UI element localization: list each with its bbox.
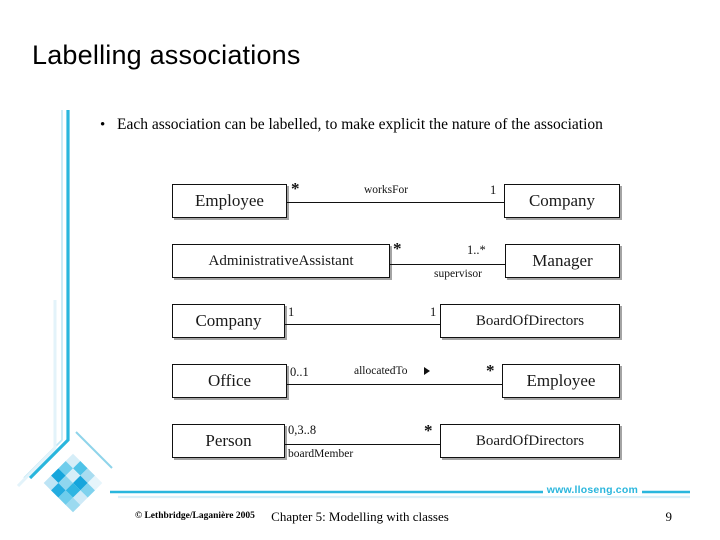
multiplicity-right: * <box>424 421 433 440</box>
class-box-left: Company <box>172 304 285 338</box>
association-line <box>285 324 440 325</box>
uml-row: AdministrativeAssistant * 1..* superviso… <box>168 238 628 290</box>
association-role: boardMember <box>288 448 354 460</box>
bullet-list: • Each association can be labelled, to m… <box>100 114 670 136</box>
class-box-right: BoardOfDirectors <box>440 424 620 458</box>
multiplicity-left: 1 <box>288 305 295 319</box>
deco-line-primary <box>28 110 70 480</box>
multiplicity-right: 1 <box>430 305 437 319</box>
slide-canvas: Labelling associations • Each associatio… <box>0 0 720 540</box>
uml-row: Person 0,3..8 boardMember * BoardOfDirec… <box>168 418 628 470</box>
multiplicity-left: * <box>291 179 300 198</box>
deco-line-secondary <box>23 110 63 479</box>
footer-chapter-title: Chapter 5: Modelling with classes <box>271 509 449 524</box>
footer-website-url[interactable]: www.lloseng.com <box>542 484 642 496</box>
uml-row: Company 1 1 BoardOfDirectors <box>168 298 628 350</box>
association-label: allocatedTo <box>354 365 408 377</box>
multiplicity-right: 1 <box>490 183 497 197</box>
multiplicity-right: 1..* <box>467 243 486 257</box>
bullet-marker-icon: • <box>100 117 106 133</box>
class-box-right: Manager <box>505 244 620 278</box>
multiplicity-right: * <box>486 361 495 380</box>
class-box-left: Office <box>172 364 287 398</box>
uml-association-diagram: Employee * worksFor 1 Company Administra… <box>168 178 628 468</box>
association-line <box>287 384 502 385</box>
association-line <box>285 444 440 445</box>
uml-row: Office 0..1 allocatedTo * Employee <box>168 358 628 410</box>
uml-row: Employee * worksFor 1 Company <box>168 178 628 230</box>
association-label: worksFor <box>364 184 409 196</box>
association-line <box>287 202 504 203</box>
multiplicity-left: * <box>393 239 402 258</box>
direction-arrow-icon <box>424 367 430 375</box>
class-box-right: Company <box>504 184 620 218</box>
multiplicity-left: 0..1 <box>290 365 309 379</box>
class-box-left: AdministrativeAssistant <box>172 244 390 278</box>
association-line <box>390 264 505 265</box>
association-role: supervisor <box>434 268 482 280</box>
class-box-right: Employee <box>502 364 620 398</box>
class-box-right: BoardOfDirectors <box>440 304 620 338</box>
class-box-left: Employee <box>172 184 287 218</box>
footer-page-number: 9 <box>665 509 673 524</box>
class-box-left: Person <box>172 424 285 458</box>
page-title: Labelling associations <box>32 40 301 70</box>
multiplicity-left: 0,3..8 <box>288 423 317 437</box>
bullet-item-text: Each association can be labelled, to mak… <box>117 116 603 133</box>
